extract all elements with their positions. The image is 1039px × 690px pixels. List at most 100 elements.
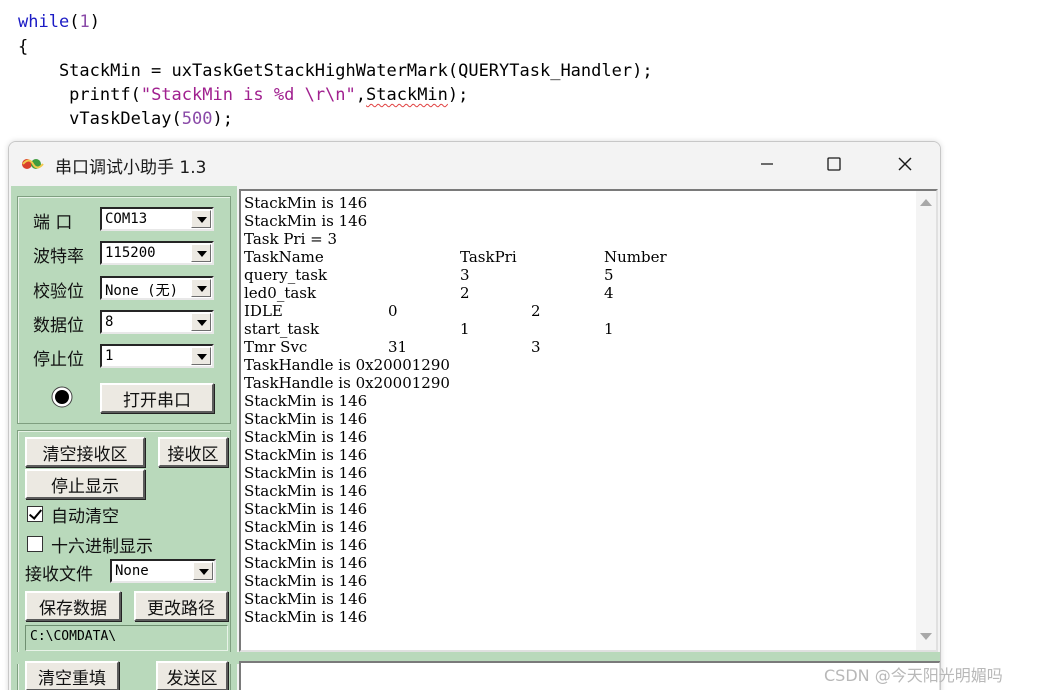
- stop-display-button[interactable]: 停止显示: [25, 469, 145, 499]
- receive-line: StackMin is 146: [244, 428, 904, 446]
- receive-line-cell: StackMin is 146: [244, 518, 368, 536]
- close-icon: [898, 157, 912, 171]
- receive-text-content: StackMin is 146 StackMin is 146 Task Pri =…: [244, 194, 904, 644]
- receive-line-cell: StackMin is 146: [244, 446, 368, 464]
- open-port-button[interactable]: 打开串口: [100, 383, 214, 413]
- baud-label: 波特率: [33, 247, 84, 267]
- receive-line-cell: StackMin is 146: [244, 464, 368, 482]
- clear-receive-button[interactable]: 清空接收区: [25, 437, 145, 467]
- port-label: 端 口: [33, 213, 73, 233]
- save-path-value: C:\COMDATA\: [30, 629, 117, 644]
- receive-line-cell: 2: [531, 302, 541, 320]
- receive-line-cell: query_task: [244, 266, 328, 284]
- stopbits-label: 停止位: [33, 350, 84, 370]
- parity-select[interactable]: None (无): [100, 276, 214, 300]
- hex-display-label: 十六进制显示: [51, 537, 153, 557]
- parity-label: 校验位: [33, 282, 84, 302]
- receive-line-cell: TaskHandle is 0x20001290: [244, 374, 450, 392]
- send-area-button[interactable]: 发送区: [156, 661, 228, 690]
- receive-line: StackMin is 146: [244, 500, 904, 518]
- code-line-delay: vTaskDelay(500);: [18, 109, 233, 129]
- save-path-field: C:\COMDATA\: [25, 625, 228, 651]
- change-path-button[interactable]: 更改路径: [134, 591, 228, 621]
- parity-value: None (无): [105, 283, 179, 299]
- scroll-down-icon[interactable]: [920, 633, 932, 640]
- receive-line-cell: TaskName: [244, 248, 324, 266]
- receive-line: StackMin is 146: [244, 572, 904, 590]
- receive-line: StackMin is 146: [244, 410, 904, 428]
- receive-line-cell: Tmr Svc: [244, 338, 308, 356]
- receive-line: StackMin is 146: [244, 212, 904, 230]
- hex-display-checkbox[interactable]: [27, 536, 43, 552]
- receive-line-cell: TaskHandle is 0x20001290: [244, 356, 450, 374]
- chevron-down-icon[interactable]: [191, 279, 211, 297]
- receive-line-cell: TaskPri: [460, 248, 517, 266]
- receive-line: Tmr Svc 31 3: [244, 338, 904, 356]
- chevron-down-icon[interactable]: [191, 210, 211, 228]
- receive-line: TaskName TaskPri Number: [244, 248, 904, 266]
- receive-line-cell: StackMin is 146: [244, 572, 368, 590]
- receive-line-cell: 1: [604, 320, 614, 338]
- receive-line-cell: StackMin is 146: [244, 608, 368, 626]
- databits-label: 数据位: [33, 316, 84, 336]
- receive-textarea[interactable]: StackMin is 146 StackMin is 146 Task Pri =…: [239, 189, 938, 652]
- receive-line: Task Pri = 3: [244, 230, 904, 248]
- chevron-down-icon[interactable]: [191, 347, 211, 365]
- receive-line-cell: 2: [460, 284, 470, 302]
- chevron-down-icon[interactable]: [191, 313, 211, 331]
- receive-line-cell: 0: [388, 302, 398, 320]
- save-data-button[interactable]: 保存数据: [25, 591, 121, 621]
- receive-line: query_task 3 5: [244, 266, 904, 284]
- receive-line-cell: start_task: [244, 320, 320, 338]
- serial-assistant-window: 串口调试小助手 1.3 端 口 COM13 波特率 115200 校验位 Non…: [8, 141, 941, 690]
- code-close: );: [447, 85, 469, 105]
- receive-line: StackMin is 146: [244, 464, 904, 482]
- receive-file-select[interactable]: None: [110, 559, 216, 583]
- receive-line-cell: StackMin is 146: [244, 194, 368, 212]
- code-line-while: while(1): [18, 12, 100, 32]
- databits-select[interactable]: 8: [100, 310, 214, 334]
- receive-line-cell: led0_task: [244, 284, 317, 302]
- receive-line-cell: StackMin is 146: [244, 482, 368, 500]
- close-button[interactable]: [882, 148, 928, 180]
- code-squiggle-arg: StackMin: [366, 85, 448, 105]
- code-editor: while(1) { StackMin = uxTaskGetStackHigh…: [0, 0, 1039, 142]
- receive-file-value: None: [115, 563, 149, 579]
- receive-scrollbar[interactable]: [916, 191, 936, 650]
- code-delay: vTaskDelay(: [18, 109, 182, 129]
- code-number: 1: [79, 12, 90, 32]
- baud-select[interactable]: 115200: [100, 241, 214, 265]
- clear-refill-button[interactable]: 清空重填: [25, 661, 119, 690]
- receive-line-cell: 4: [604, 284, 614, 302]
- maximize-button[interactable]: [811, 148, 857, 180]
- chevron-down-icon[interactable]: [193, 562, 213, 580]
- keyword-while: while: [18, 12, 70, 32]
- title-bar[interactable]: 串口调试小助手 1.3: [9, 142, 940, 186]
- receive-line-cell: StackMin is 146: [244, 392, 368, 410]
- auto-clear-checkbox[interactable]: [27, 506, 43, 522]
- receive-file-label: 接收文件: [25, 565, 93, 585]
- chevron-down-icon[interactable]: [191, 244, 211, 262]
- minimize-button[interactable]: [744, 148, 790, 180]
- minimize-icon: [761, 163, 773, 165]
- stopbits-select[interactable]: 1: [100, 344, 214, 368]
- receive-line-cell: 3: [531, 338, 541, 356]
- receive-line: led0_task 2 4: [244, 284, 904, 302]
- receive-area-button[interactable]: 接收区: [158, 437, 228, 467]
- scroll-up-icon[interactable]: [920, 199, 932, 206]
- receive-line-cell: IDLE: [244, 302, 283, 320]
- receive-line-cell: StackMin is 146: [244, 590, 368, 608]
- app-icon: [22, 159, 44, 169]
- receive-line-cell: Number: [604, 248, 667, 266]
- receive-line-cell: StackMin is 146: [244, 410, 368, 428]
- receive-line: StackMin is 146: [244, 608, 904, 626]
- receive-line: StackMin is 146: [244, 194, 904, 212]
- port-status-indicator-icon: [51, 386, 73, 408]
- databits-value: 8: [105, 314, 114, 330]
- receive-line-cell: 31: [388, 338, 408, 356]
- window-title: 串口调试小助手 1.3: [55, 158, 207, 178]
- code-number: 500: [181, 109, 213, 129]
- receive-line: StackMin is 146: [244, 554, 904, 572]
- port-select[interactable]: COM13: [100, 207, 214, 231]
- receive-line-cell: StackMin is 146: [244, 536, 368, 554]
